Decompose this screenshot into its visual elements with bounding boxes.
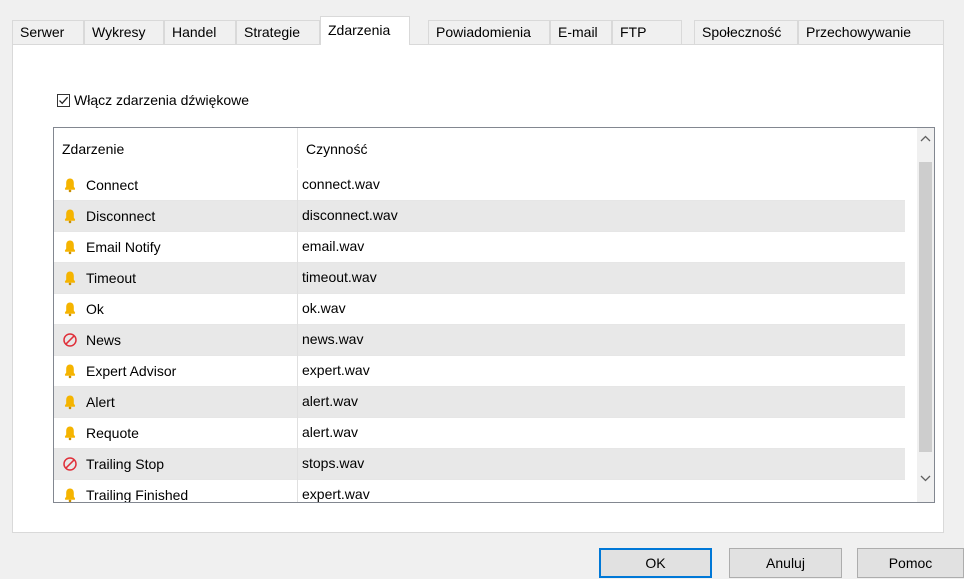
help-button[interactable]: Pomoc bbox=[857, 548, 964, 578]
column-separator bbox=[297, 449, 298, 480]
bell-icon bbox=[64, 209, 76, 224]
cancel-button[interactable]: Anuluj bbox=[729, 548, 842, 578]
event-name: Alert bbox=[86, 393, 115, 410]
tab-powiadomienia[interactable]: Powiadomienia bbox=[428, 20, 550, 44]
chevron-up-icon bbox=[920, 135, 931, 142]
table-row[interactable]: Connect connect.wav bbox=[54, 170, 905, 201]
scroll-up-button[interactable] bbox=[917, 130, 934, 147]
action-cell: connect.wav bbox=[302, 176, 380, 192]
event-name: Connect bbox=[86, 176, 139, 193]
bell-icon bbox=[64, 426, 76, 441]
event-cell: Alert bbox=[62, 387, 294, 417]
table-row[interactable]: Ok ok.wav bbox=[54, 294, 905, 325]
disabled-icon bbox=[63, 457, 77, 471]
event-name: Requote bbox=[86, 424, 139, 441]
tab-handel[interactable]: Handel bbox=[164, 20, 236, 44]
events-list[interactable]: Zdarzenie Czynność Connect connect.wav Dis… bbox=[53, 127, 935, 503]
disabled-icon bbox=[63, 333, 77, 347]
event-cell: Trailing Finished bbox=[62, 480, 294, 503]
scroll-down-button[interactable] bbox=[917, 470, 934, 487]
action-cell: disconnect.wav bbox=[302, 207, 398, 223]
action-cell: timeout.wav bbox=[302, 269, 377, 285]
event-name: Trailing Finished bbox=[86, 486, 189, 503]
sound-events-label: Włącz zdarzenia dźwiękowe bbox=[74, 92, 250, 108]
column-separator bbox=[297, 356, 298, 387]
action-cell: news.wav bbox=[302, 331, 364, 347]
event-name: Email Notify bbox=[86, 238, 161, 255]
event-cell: Ok bbox=[62, 294, 294, 324]
action-cell: stops.wav bbox=[302, 455, 365, 471]
table-row[interactable]: Trailing Stop stops.wav bbox=[54, 449, 905, 480]
tab-ftp[interactable]: FTP bbox=[612, 20, 682, 44]
action-cell: expert.wav bbox=[302, 486, 370, 502]
table-row[interactable]: Trailing Finished expert.wav bbox=[54, 480, 905, 503]
event-name: Disconnect bbox=[86, 207, 156, 224]
column-header-event[interactable]: Zdarzenie bbox=[54, 128, 297, 168]
column-separator bbox=[297, 387, 298, 418]
chevron-down-icon bbox=[920, 475, 931, 482]
column-separator bbox=[297, 418, 298, 449]
event-cell: Expert Advisor bbox=[62, 356, 294, 386]
sound-events-option[interactable]: Włącz zdarzenia dźwiękowe bbox=[57, 91, 249, 109]
bell-icon bbox=[64, 364, 76, 379]
tab-serwer[interactable]: Serwer bbox=[12, 20, 84, 44]
vertical-scrollbar[interactable] bbox=[917, 128, 934, 502]
column-separator bbox=[297, 480, 298, 502]
sound-events-checkbox[interactable] bbox=[57, 93, 70, 107]
table-row[interactable]: Disconnect disconnect.wav bbox=[54, 201, 905, 232]
event-cell: Trailing Stop bbox=[62, 449, 294, 479]
column-separator bbox=[297, 232, 298, 263]
table-row[interactable]: Expert Advisor expert.wav bbox=[54, 356, 905, 387]
event-name: News bbox=[86, 331, 122, 348]
bell-icon bbox=[64, 302, 76, 317]
bell-icon bbox=[64, 488, 76, 502]
table-row[interactable]: Email Notify email.wav bbox=[54, 232, 905, 263]
events-panel: Włącz zdarzenia dźwiękowe Zdarzenie Czyn… bbox=[12, 44, 944, 533]
column-separator bbox=[297, 263, 298, 294]
tab-strategie[interactable]: Strategie bbox=[236, 20, 320, 44]
tab-spolecznosc[interactable]: Społeczność bbox=[694, 20, 798, 44]
action-cell: alert.wav bbox=[302, 424, 359, 440]
table-row[interactable]: Requote alert.wav bbox=[54, 418, 905, 449]
event-cell: News bbox=[62, 325, 294, 355]
tab-przechowywanie[interactable]: Przechowywanie bbox=[798, 20, 944, 44]
action-cell: ok.wav bbox=[302, 300, 346, 316]
list-header: Zdarzenie Czynność bbox=[54, 128, 905, 168]
table-row[interactable]: Timeout timeout.wav bbox=[54, 263, 905, 294]
event-name: Expert Advisor bbox=[86, 362, 177, 379]
column-separator bbox=[297, 294, 298, 325]
tab-wykresy[interactable]: Wykresy bbox=[84, 20, 164, 44]
scroll-thumb[interactable] bbox=[919, 162, 932, 452]
list-rows: Connect connect.wav Disconnect disconnect.w… bbox=[54, 170, 905, 503]
ok-button[interactable]: OK bbox=[599, 548, 712, 578]
event-cell: Disconnect bbox=[62, 201, 294, 231]
column-separator bbox=[297, 325, 298, 356]
tab-zdarzenia[interactable]: Zdarzenia bbox=[320, 16, 410, 45]
column-header-action[interactable]: Czynność bbox=[298, 128, 598, 168]
event-name: Timeout bbox=[86, 269, 137, 286]
tab-email[interactable]: E-mail bbox=[550, 20, 612, 44]
event-name: Trailing Stop bbox=[86, 455, 165, 472]
bell-icon bbox=[64, 395, 76, 410]
table-row[interactable]: Alert alert.wav bbox=[54, 387, 905, 418]
bell-icon bbox=[64, 240, 76, 255]
column-separator bbox=[297, 170, 298, 201]
bell-icon bbox=[64, 178, 76, 193]
bell-icon bbox=[64, 271, 76, 286]
action-cell: email.wav bbox=[302, 238, 365, 254]
event-cell: Timeout bbox=[62, 263, 294, 293]
table-row[interactable]: News news.wav bbox=[54, 325, 905, 356]
column-separator bbox=[297, 201, 298, 232]
action-cell: alert.wav bbox=[302, 393, 359, 409]
tab-bar: Serwer Wykresy Handel Strategie Zdarzeni… bbox=[12, 16, 944, 45]
checkmark-icon bbox=[59, 96, 69, 104]
event-cell: Requote bbox=[62, 418, 294, 448]
event-cell: Connect bbox=[62, 170, 294, 200]
event-name: Ok bbox=[86, 300, 104, 317]
action-cell: expert.wav bbox=[302, 362, 370, 378]
event-cell: Email Notify bbox=[62, 232, 294, 262]
